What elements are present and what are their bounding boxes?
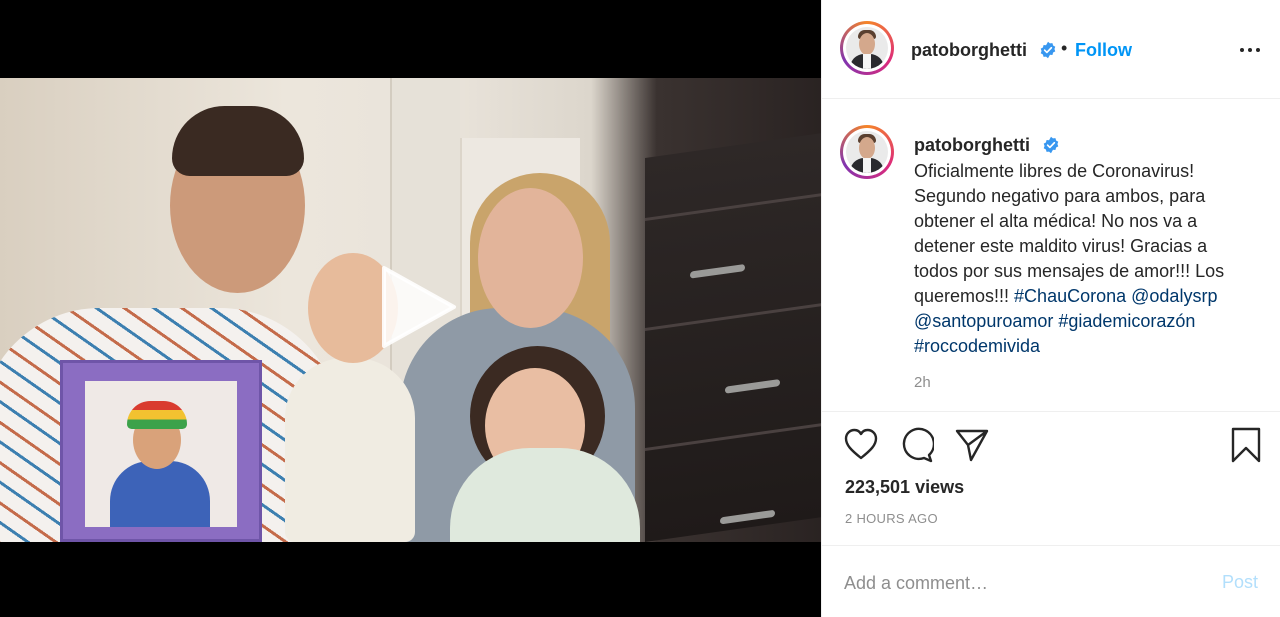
post-header: patoborghetti • Follow (822, 0, 1280, 99)
comment-input[interactable] (844, 568, 1204, 598)
caption-line: detener este maldito virus! Gracias a (914, 236, 1208, 256)
action-bar (822, 425, 1280, 469)
verified-badge-icon (1040, 41, 1056, 59)
view-count[interactable]: 223,501 views (845, 477, 964, 498)
heart-icon[interactable] (843, 425, 879, 465)
post-timestamp[interactable]: 2 HOURS AGO (845, 511, 938, 526)
avatar[interactable] (840, 125, 894, 179)
bookmark-icon[interactable] (1228, 425, 1264, 465)
video-man-hair (172, 106, 304, 176)
caption-timestamp[interactable]: 2h (914, 374, 931, 391)
caption-line: todos por sus mensajes de amor!!! Los (914, 261, 1225, 281)
avatar[interactable] (840, 21, 894, 75)
paper-plane-icon[interactable] (954, 425, 990, 465)
post-sidebar: patoborghetti • Follow patoborghetti Ofi… (821, 0, 1280, 617)
media-panel (0, 0, 821, 617)
more-options-icon[interactable] (1238, 38, 1262, 62)
hashtag-link[interactable]: #roccodemivida (914, 336, 1040, 356)
caption-text: Oficialmente libres de Coronavirus! Segu… (914, 159, 1259, 359)
mention-link[interactable]: @odalysrp (1131, 286, 1217, 306)
play-icon[interactable] (370, 262, 460, 352)
follow-button[interactable]: Follow (1075, 40, 1132, 61)
post-comment-button[interactable]: Post (1222, 572, 1258, 593)
video-dresser (645, 133, 821, 542)
hashtag-link[interactable]: #ChauCorona (1014, 286, 1126, 306)
post-caption: patoborghetti Oficialmente libres de Cor… (822, 100, 1280, 412)
video-photo-frame (60, 360, 262, 542)
header-separator: • (1061, 38, 1068, 58)
verified-badge-icon (1043, 136, 1059, 154)
caption-line: Oficialmente libres de Coronavirus! (914, 161, 1195, 181)
caption-line: obtener el alta médica! No nos va a (914, 211, 1198, 231)
mention-link[interactable]: @santopuroamor (914, 311, 1053, 331)
caption-username[interactable]: patoborghetti (914, 135, 1030, 156)
hashtag-link[interactable]: #giademicorazón (1058, 311, 1195, 331)
video-woman-head (478, 188, 583, 328)
caption-line: queremos!!! (914, 286, 1015, 306)
caption-line: Segundo negativo para ambos, para (914, 186, 1206, 206)
video-baby (285, 358, 415, 542)
header-username[interactable]: patoborghetti (911, 40, 1027, 61)
comment-bubble-icon[interactable] (898, 425, 934, 465)
comment-bar: Post (822, 545, 1280, 617)
